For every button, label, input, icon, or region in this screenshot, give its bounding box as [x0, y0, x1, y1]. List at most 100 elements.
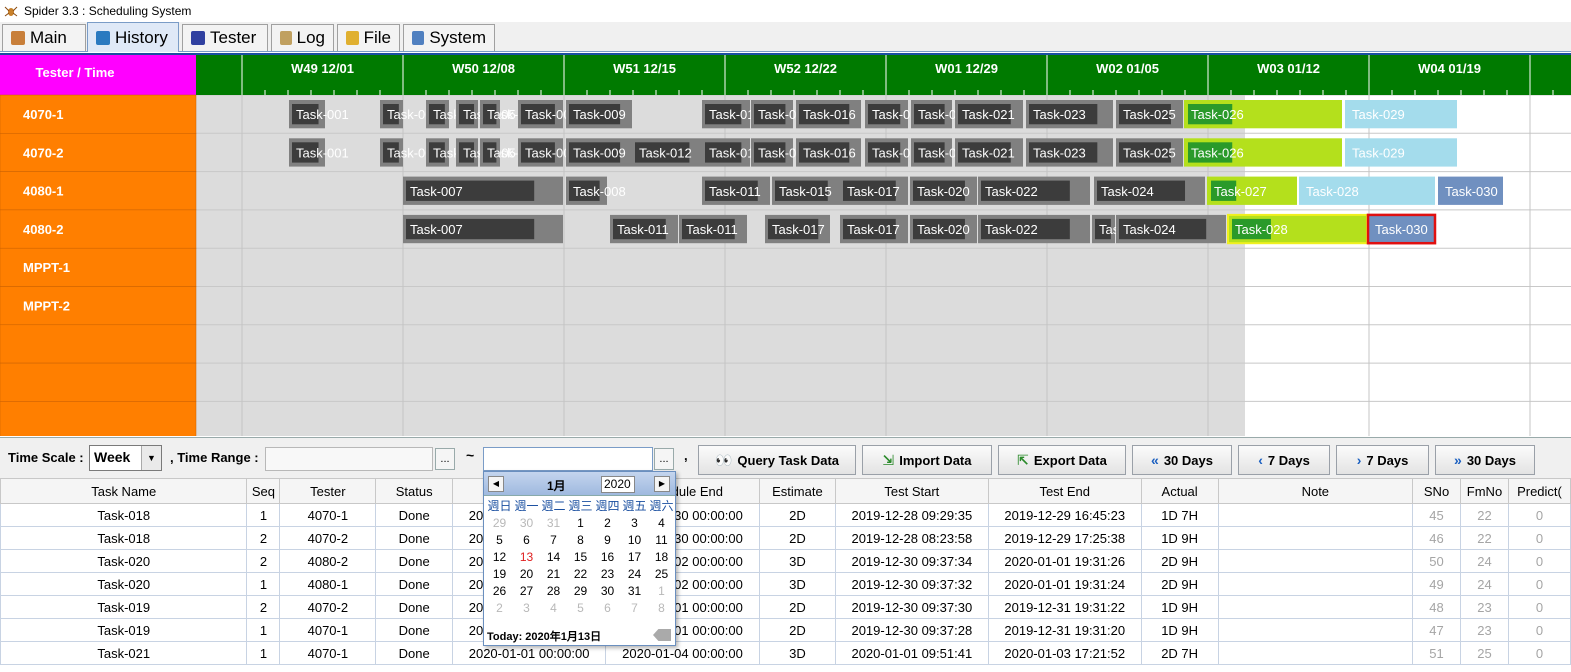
calendar-day[interactable]: 25: [648, 567, 675, 582]
table-cell: [1217, 618, 1414, 642]
calendar-day[interactable]: 23: [594, 567, 621, 582]
time-scale-value: Week: [94, 449, 131, 465]
calendar-day[interactable]: 15: [567, 550, 594, 565]
calendar-day[interactable]: 3: [513, 601, 540, 616]
range-start-picker-button[interactable]: ...: [435, 448, 455, 470]
column-header[interactable]: Task Name: [0, 478, 248, 504]
table-row[interactable]: Task-02024080-2Done2019-12-30 00:00:0020…: [0, 549, 1571, 573]
table-cell: 2019-12-30 09:37:34: [834, 549, 989, 573]
calendar-day[interactable]: 17: [621, 550, 648, 565]
calendar-day[interactable]: 29: [567, 584, 594, 599]
tab-system[interactable]: System: [403, 24, 495, 51]
table-row[interactable]: Task-01814070-1Done2019-12-28 00:00:0020…: [0, 503, 1571, 527]
calendar-day[interactable]: 16: [594, 550, 621, 565]
calendar-day[interactable]: 26: [486, 584, 513, 599]
calendar-day[interactable]: 1: [567, 516, 594, 531]
tab-main[interactable]: Main: [2, 24, 86, 51]
calendar-day[interactable]: 11: [648, 533, 675, 548]
table-cell: 2D: [758, 526, 836, 550]
calendar-day[interactable]: 5: [486, 533, 513, 548]
table-row[interactable]: Task-01824070-2Done2019-12-28 00:00:0020…: [0, 526, 1571, 550]
query-task-data-button[interactable]: 👀 Query Task Data: [698, 445, 856, 475]
table-row[interactable]: Task-01914070-1Done2019-12-30 00:00:0020…: [0, 618, 1571, 642]
tab-history[interactable]: History: [87, 22, 179, 52]
tab-file[interactable]: File: [337, 24, 400, 51]
calendar-day[interactable]: 29: [486, 516, 513, 531]
tab-tester[interactable]: Tester: [182, 24, 268, 51]
export-data-button[interactable]: ⇱ Export Data: [998, 445, 1126, 475]
table-cell: Done: [375, 618, 454, 642]
prev-month-button[interactable]: ◀: [488, 476, 504, 492]
table-cell: 2019-12-30 09:37:28: [834, 618, 989, 642]
weekday-label: 週四: [595, 499, 620, 513]
table-cell: Task-018: [0, 503, 248, 527]
task-label: Task-028: [1306, 184, 1359, 199]
column-header[interactable]: Note: [1217, 478, 1414, 504]
calendar-day[interactable]: 28: [540, 584, 567, 599]
calendar-day[interactable]: 22: [567, 567, 594, 582]
range-end-input[interactable]: [483, 447, 653, 471]
calendar-day[interactable]: 21: [540, 567, 567, 582]
column-header[interactable]: SNo: [1412, 478, 1461, 504]
today-label[interactable]: Today: 2020年1月13日: [487, 628, 601, 644]
calendar-day[interactable]: 30: [594, 584, 621, 599]
calendar-day[interactable]: 1: [648, 584, 675, 599]
column-header[interactable]: Estimate: [758, 478, 836, 504]
calendar-day[interactable]: 8: [567, 533, 594, 548]
column-header[interactable]: Test Start: [834, 478, 989, 504]
next-month-button[interactable]: ▶: [654, 476, 670, 492]
calendar-day[interactable]: 2: [486, 601, 513, 616]
calendar-day[interactable]: 6: [594, 601, 621, 616]
calendar-day[interactable]: 7: [540, 533, 567, 548]
table-cell: Done: [375, 641, 454, 665]
time-scale-label: Time Scale :: [8, 450, 84, 465]
import-data-button[interactable]: ⇲ Import Data: [862, 445, 992, 475]
calendar-day[interactable]: 9: [594, 533, 621, 548]
calendar-day[interactable]: 30: [513, 516, 540, 531]
calendar-day[interactable]: 27: [513, 584, 540, 599]
table-row[interactable]: Task-02014080-1Done2019-12-30 00:00:0020…: [0, 572, 1571, 596]
back-30-days-button[interactable]: «30 Days: [1132, 445, 1232, 475]
task-label: Task-011: [709, 184, 761, 199]
calendar-day[interactable]: 20: [513, 567, 540, 582]
calendar-day[interactable]: 2: [594, 516, 621, 531]
calendar-day[interactable]: 8: [648, 601, 675, 616]
table-row[interactable]: Task-021 1 4070-1 Done 2020-01-01 00:00:00 20…: [0, 641, 1571, 665]
range-end-picker-button[interactable]: ...: [654, 448, 674, 470]
calendar-year-spinner[interactable]: 2020: [601, 476, 635, 493]
calendar-day[interactable]: 12: [486, 550, 513, 565]
calendar-day[interactable]: 14: [540, 550, 567, 565]
column-header[interactable]: Predict(: [1507, 478, 1571, 504]
forward-30-days-button[interactable]: » 30 Days: [1435, 445, 1535, 475]
week-label: W01 12/29: [935, 61, 998, 76]
calendar-day[interactable]: 7: [621, 601, 648, 616]
time-scale-select[interactable]: Week ▼: [89, 445, 162, 471]
range-start-input[interactable]: [265, 447, 433, 471]
calendar-day[interactable]: 31: [540, 516, 567, 531]
column-header[interactable]: Seq: [246, 478, 281, 504]
calendar-day[interactable]: 13: [513, 550, 540, 565]
week-label: W02 01/05: [1096, 61, 1159, 76]
table-row[interactable]: Task-01924070-2Done2019-12-30 00:00:0020…: [0, 595, 1571, 619]
calendar-day[interactable]: 19: [486, 567, 513, 582]
calendar-day[interactable]: 18: [648, 550, 675, 565]
tab-log[interactable]: Log: [271, 24, 334, 51]
calendar-day[interactable]: 31: [621, 584, 648, 599]
column-header[interactable]: FmNo: [1460, 478, 1509, 504]
column-header[interactable]: Status: [375, 478, 454, 504]
calendar-day[interactable]: 3: [621, 516, 648, 531]
calendar-day[interactable]: 5: [567, 601, 594, 616]
column-header[interactable]: Test End: [987, 478, 1142, 504]
table-cell: 1: [246, 641, 281, 665]
table-cell: 4070-2: [279, 595, 377, 619]
calendar-day[interactable]: 4: [648, 516, 675, 531]
back-7-days-button[interactable]: ‹ 7 Days: [1238, 445, 1330, 475]
calendar-day[interactable]: 4: [540, 601, 567, 616]
column-header[interactable]: Tester: [279, 478, 377, 504]
calendar-day[interactable]: 24: [621, 567, 648, 582]
clear-date-icon[interactable]: [653, 629, 671, 641]
calendar-day[interactable]: 6: [513, 533, 540, 548]
column-header[interactable]: Actual: [1140, 478, 1219, 504]
calendar-day[interactable]: 10: [621, 533, 648, 548]
forward-7-days-button[interactable]: › 7 Days: [1336, 445, 1429, 475]
